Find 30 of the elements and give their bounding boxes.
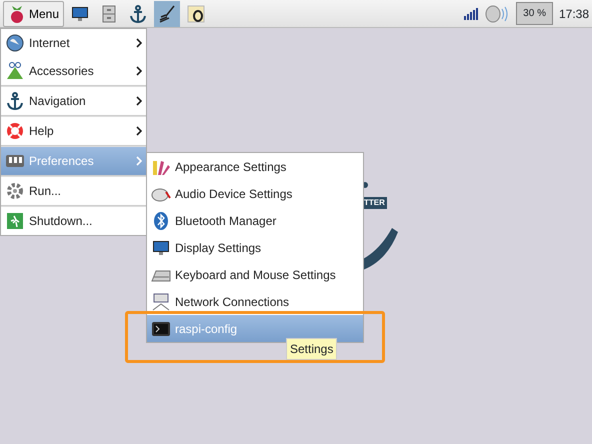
menu-item[interactable]: Audio Device Settings — [147, 180, 363, 207]
cpu-usage: 30 % — [516, 2, 553, 25]
clock: 17:38 — [558, 6, 589, 22]
wallpaper-label: TTER — [362, 197, 387, 209]
menu-item[interactable]: Run... — [1, 177, 146, 205]
exit-sign-icon — [5, 211, 25, 231]
tooltip: Settings — [286, 338, 338, 360]
network-icon — [151, 292, 171, 312]
menu-item[interactable]: Shutdown... — [1, 207, 146, 235]
menu-item[interactable]: Network Connections — [147, 288, 363, 315]
menu-button[interactable]: Menu — [3, 0, 64, 26]
menu-item[interactable]: Bluetooth Manager — [147, 207, 363, 234]
anchor-icon — [5, 91, 25, 111]
brush-icon — [157, 4, 178, 24]
menu-item[interactable]: Display Settings — [147, 234, 363, 261]
menu-item[interactable]: Navigation — [1, 87, 146, 115]
launcher-button[interactable] — [154, 0, 180, 26]
menu-item[interactable]: Keyboard and Mouse Settings — [147, 261, 363, 288]
menu-item[interactable]: Internet — [1, 29, 146, 57]
globe-icon — [5, 33, 25, 53]
raspberry-icon — [8, 4, 26, 24]
menu-item[interactable]: Accessories — [1, 57, 146, 85]
gear-icon — [5, 181, 25, 201]
menu-item[interactable]: Appearance Settings — [147, 153, 363, 180]
lifebuoy-icon — [5, 121, 25, 141]
signal-icon — [464, 8, 478, 20]
menu-item[interactable]: Help — [1, 117, 146, 145]
anchor-icon — [128, 4, 148, 24]
bluetooth-icon — [151, 210, 171, 230]
volume-icon — [484, 4, 510, 24]
